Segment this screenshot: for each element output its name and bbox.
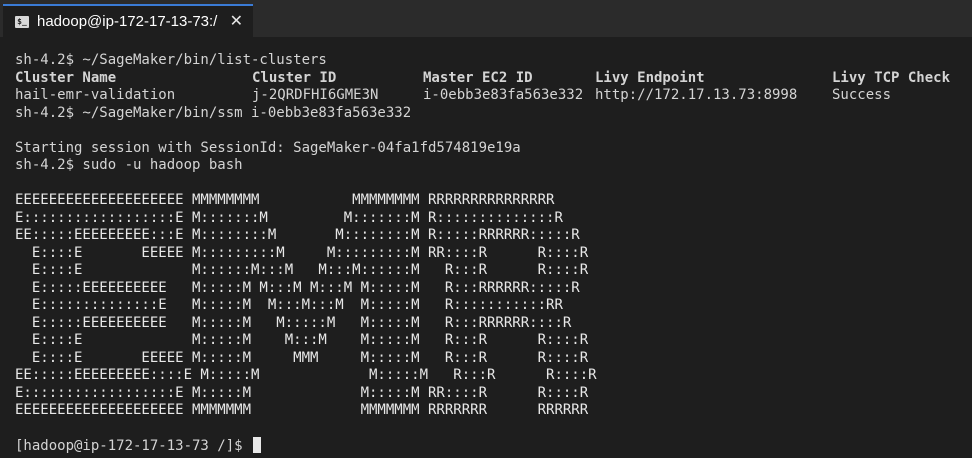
terminal-output[interactable]: sh-4.2$ ~/SageMaker/bin/list-clusters Cl… xyxy=(15,52,972,455)
cell-cluster-name: hail-emr-validation xyxy=(15,87,176,103)
header-cluster-name: Cluster Name xyxy=(15,69,117,86)
emr-banner-line: E::::E M:::::M M:::M M:::::M R:::R R::::… xyxy=(15,332,589,348)
tab-title: hadoop@ip-172-17-13-73:/ xyxy=(37,13,218,30)
emr-banner-line: EEEEEEEEEEEEEEEEEEEE MMMMMMM MMMMMMM RRR… xyxy=(15,402,589,418)
cell-livy-tcp-check: Success xyxy=(832,87,892,103)
emr-banner-line: E::::::::::::::::::E M:::::M M:::::M RR:… xyxy=(15,384,589,401)
emr-banner-line: E::::E M::::::M:::M M:::M::::::M R:::R R… xyxy=(15,262,589,278)
emr-banner-line: E::::E EEEEE M:::::M MMM M:::::M R:::R R… xyxy=(15,349,589,366)
cell-cluster-id: j-2QRDFHI6GME3N xyxy=(252,87,379,103)
terminal-icon: $_ xyxy=(15,15,29,28)
command-line: sh-4.2$ sudo -u hadoop bash xyxy=(15,157,243,173)
emr-banner-line: E::::::::::::::E M:::::M M:::M:::M M::::… xyxy=(15,297,563,313)
header-cluster-id: Cluster ID xyxy=(252,69,337,86)
tab-bar: $_ hadoop@ip-172-17-13-73:/ ✕ xyxy=(0,0,972,37)
emr-banner-line: EE:::::EEEEEEEEE:::E M::::::::M M:::::::… xyxy=(15,227,580,243)
table-header: Cluster Name Cluster ID Master EC2 ID Livy … xyxy=(15,70,972,88)
command-line: sh-4.2$ ~/SageMaker/bin/list-clusters xyxy=(15,52,327,68)
shell-prompt: [hadoop@ip-172-17-13-73 /]$ xyxy=(15,438,252,454)
session-message: Starting session with SessionId: SageMak… xyxy=(15,139,521,156)
emr-banner-line: E::::::::::::::::::E M:::::::M M:::::::M… xyxy=(15,209,563,226)
emr-banner-line: EEEEEEEEEEEEEEEEEEEE MMMMMMMM MMMMMMMM R… xyxy=(15,192,555,208)
cell-livy-endpoint: http://172.17.13.73:8998 xyxy=(595,87,798,103)
emr-banner-line: E::::E EEEEE M:::::::::M M:::::::::M RR:… xyxy=(15,244,589,261)
prompt-line[interactable]: [hadoop@ip-172-17-13-73 /]$ xyxy=(15,437,972,455)
text-cursor xyxy=(253,437,262,453)
header-livy-tcp-check: Livy TCP Check xyxy=(832,69,951,86)
cell-master-ec2-id: i-0ebb3e83fa563e332 xyxy=(423,87,584,103)
emr-banner-line: E:::::EEEEEEEEEE M:::::M M:::::M M:::::M… xyxy=(15,314,572,331)
command-line: sh-4.2$ ~/SageMaker/bin/ssm i-0ebb3e83fa… xyxy=(15,104,412,121)
close-icon[interactable]: ✕ xyxy=(230,12,243,30)
header-master-ec2-id: Master EC2 ID xyxy=(423,69,533,86)
emr-banner-line: E:::::EEEEEEEEEE M:::::M M:::M M:::M M::… xyxy=(15,279,580,296)
table-row: hail-emr-validation j-2QRDFHI6GME3N i-0ebb… xyxy=(15,87,972,105)
emr-banner-line: EE:::::EEEEEEEEE::::E M:::::M M:::::M R:… xyxy=(15,367,597,383)
terminal-tab[interactable]: $_ hadoop@ip-172-17-13-73:/ ✕ xyxy=(3,4,253,37)
header-livy-endpoint: Livy Endpoint xyxy=(595,69,705,86)
